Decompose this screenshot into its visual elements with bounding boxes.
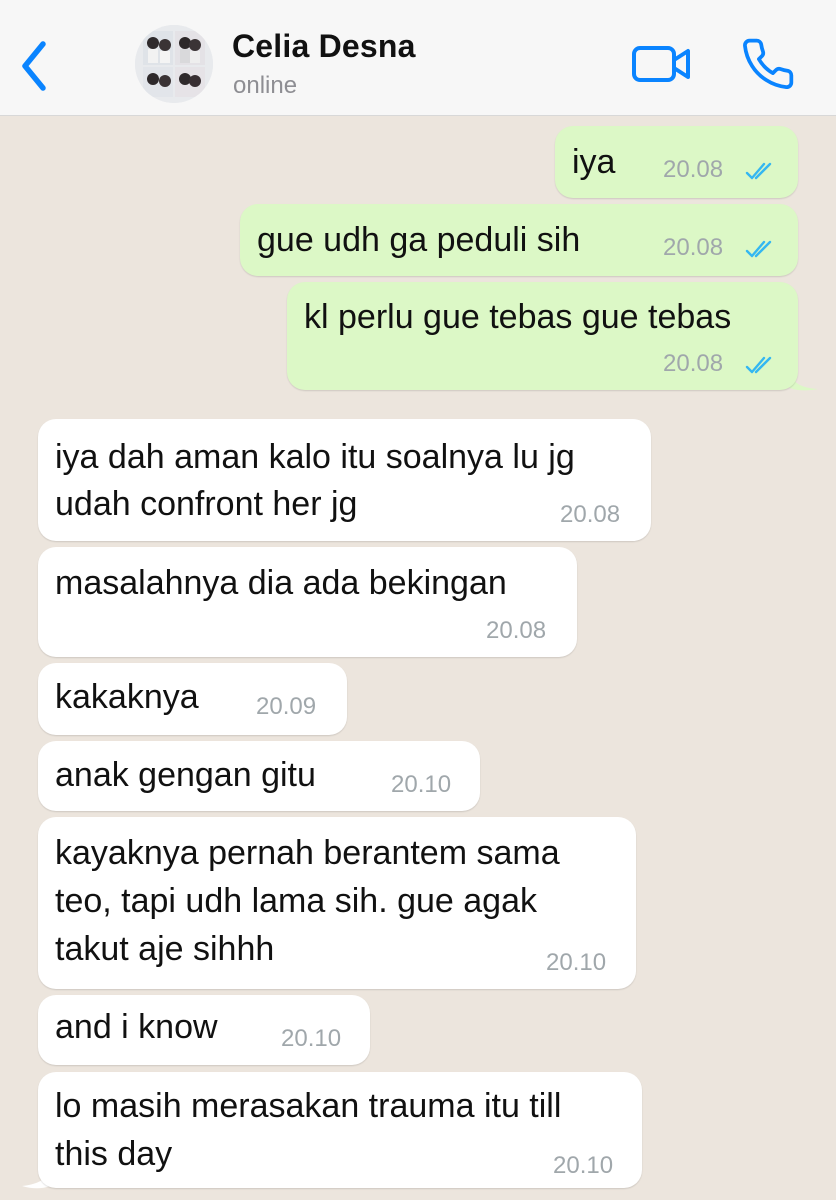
message-time: 20.08 bbox=[663, 350, 724, 377]
contact-status: online bbox=[233, 72, 298, 99]
message-text: gue udh ga peduli sih bbox=[257, 221, 581, 259]
message-time: 20.10 bbox=[553, 1152, 614, 1179]
message-time: 20.08 bbox=[663, 234, 724, 261]
message-time: 20.09 bbox=[256, 693, 317, 720]
message-text: iya dah aman kalo itu soalnya lu jg bbox=[55, 438, 575, 476]
message-bubble-incoming[interactable]: anak gengan gitu 20.10 bbox=[38, 741, 480, 811]
message-text: and i know bbox=[55, 1008, 218, 1046]
message-text: anak gengan gitu bbox=[55, 756, 316, 794]
message-bubble-incoming[interactable]: kayaknya pernah berantem sama teo, tapi … bbox=[38, 817, 636, 989]
profile-photo-image bbox=[135, 25, 213, 103]
message-text: lo masih merasakan trauma itu till bbox=[55, 1087, 562, 1125]
message-bubble-incoming[interactable]: iya dah aman kalo itu soalnya lu jg udah… bbox=[38, 419, 651, 541]
chat-header: Celia Desna online bbox=[0, 0, 836, 116]
message-bubble-outgoing[interactable]: iya 20.08 bbox=[555, 126, 798, 198]
read-receipt-icon bbox=[745, 240, 772, 258]
message-bubble-outgoing[interactable]: kl perlu gue tebas gue tebas 20.08 bbox=[287, 282, 798, 390]
message-text: kakaknya bbox=[55, 678, 199, 716]
message-bubble-outgoing[interactable]: gue udh ga peduli sih 20.08 bbox=[240, 204, 798, 276]
chevron-left-icon bbox=[22, 41, 46, 91]
message-text: teo, tapi udh lama sih. gue agak bbox=[55, 882, 537, 920]
contact-name[interactable]: Celia Desna bbox=[232, 28, 416, 65]
message-time: 20.08 bbox=[560, 501, 621, 528]
video-call-button[interactable] bbox=[630, 40, 694, 90]
message-text: iya bbox=[572, 143, 616, 181]
message-time: 20.10 bbox=[391, 771, 452, 798]
voice-call-button[interactable] bbox=[740, 36, 796, 92]
message-bubble-incoming[interactable]: and i know 20.10 bbox=[38, 995, 370, 1065]
message-text: udah confront her jg bbox=[55, 485, 358, 523]
video-camera-icon bbox=[632, 46, 690, 82]
read-receipt-icon bbox=[745, 356, 772, 374]
back-button[interactable] bbox=[14, 38, 54, 94]
message-text: this day bbox=[55, 1135, 173, 1173]
message-time: 20.08 bbox=[486, 617, 547, 644]
message-text: takut aje sihhh bbox=[55, 930, 275, 968]
avatar[interactable] bbox=[135, 25, 213, 103]
message-text: masalahnya dia ada bekingan bbox=[55, 564, 507, 602]
message-bubble-incoming[interactable]: kakaknya 20.09 bbox=[38, 663, 347, 735]
message-bubble-incoming[interactable]: lo masih merasakan trauma itu till this … bbox=[38, 1072, 642, 1188]
message-bubble-incoming[interactable]: masalahnya dia ada bekingan 20.08 bbox=[38, 547, 577, 657]
phone-icon bbox=[743, 38, 794, 90]
read-receipt-icon bbox=[745, 162, 772, 180]
message-time: 20.08 bbox=[663, 156, 724, 183]
message-time: 20.10 bbox=[546, 949, 607, 976]
message-text: kayaknya pernah berantem sama bbox=[55, 834, 560, 872]
message-text: kl perlu gue tebas gue tebas bbox=[304, 298, 732, 336]
message-time: 20.10 bbox=[281, 1025, 342, 1052]
